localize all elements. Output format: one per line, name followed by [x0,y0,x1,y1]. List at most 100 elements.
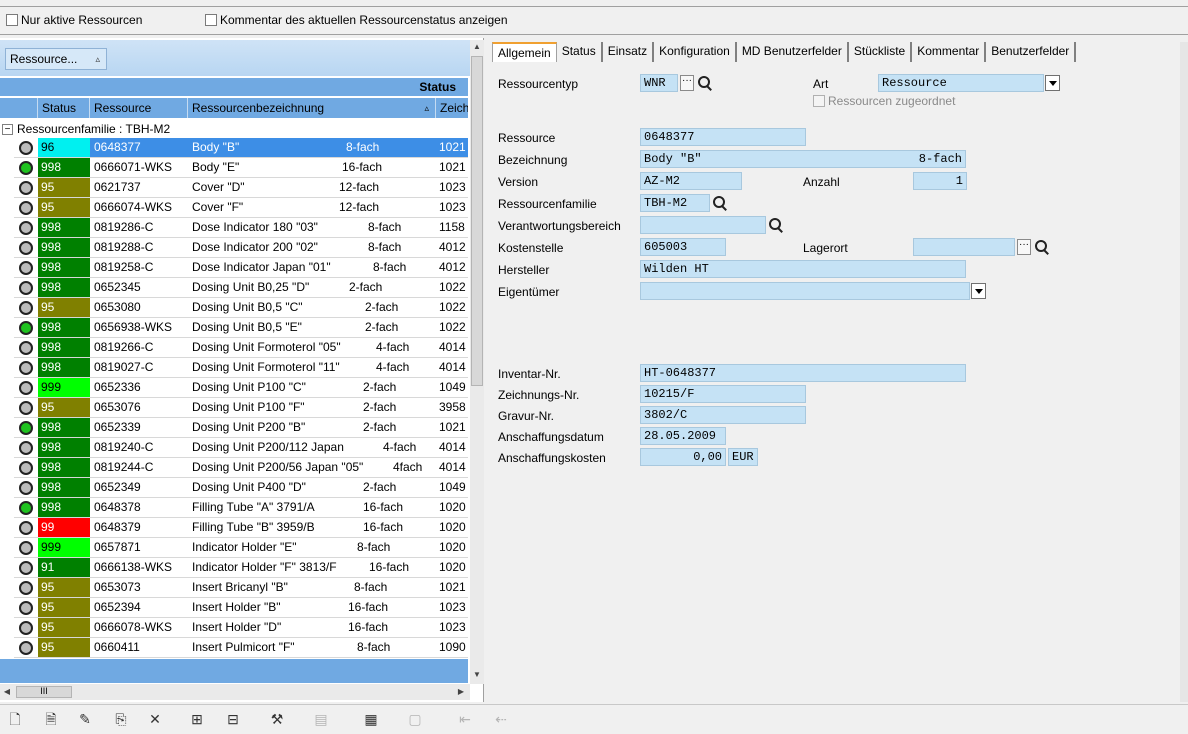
tab-benutzerfelder[interactable]: Benutzerfelder [986,42,1077,62]
checkbox-box[interactable] [6,14,18,26]
print-icon[interactable]: ▤ [312,710,330,728]
header-zeichnung[interactable]: Zeich [436,98,468,118]
lagerort-browse-button[interactable]: ··· [1017,239,1031,255]
collapse-icon[interactable]: − [2,123,13,135]
chevron-down-icon[interactable] [971,283,986,299]
table-row[interactable]: 999 0657871 Indicator Holder "E" 8-fach 1020 [14,538,468,558]
hersteller-field[interactable]: Wilden HT [640,260,966,278]
scroll-right-icon[interactable]: ▶ [454,685,468,699]
network-add-icon[interactable]: ⊞ [188,710,206,728]
table-row[interactable]: 998 0652345 Dosing Unit B0,25 "D" 2-fach 102… [14,278,468,298]
edit-icon[interactable]: ✎ [76,710,94,728]
search-icon[interactable] [1034,239,1050,255]
copy-icon[interactable]: ⎘ [112,710,130,728]
new-copy-icon[interactable]: 🗎 [42,710,60,728]
header-led[interactable] [0,98,38,118]
checkbox-box[interactable] [813,95,825,107]
search-icon[interactable] [768,217,784,233]
move-back-icon[interactable]: ⇠ [492,710,510,728]
table-row[interactable]: 91 0666138-WKS Indicator Holder "F" 3813/F… [14,558,468,578]
table-row[interactable]: 998 0652349 Dosing Unit P400 "D" 2-fach 1049 [14,478,468,498]
horizontal-scrollbar[interactable]: ◀ III ▶ [0,684,470,700]
vertical-scrollbar[interactable]: ▲ ▼ [470,40,484,684]
table-row[interactable]: 998 0819266-C Dosing Unit Formoterol "05" 4… [14,338,468,358]
table-row[interactable]: 96 0648377 Body "B" 8-fach 1021 [14,138,468,158]
fach-text: 16-fach [348,600,389,614]
scroll-up-icon[interactable]: ▲ [470,40,484,54]
detail-scrollbar[interactable] [1180,42,1188,702]
ressourcentyp-browse-button[interactable]: ··· [680,75,694,91]
table-row[interactable]: 95 0621737 Cover "D" 12-fach 1023 [14,178,468,198]
table-row[interactable]: 998 0656938-WKS Dosing Unit B0,5 "E" 2-fach… [14,318,468,338]
zeichnung-field[interactable]: 10215/F [640,385,806,403]
ressourcentyp-field[interactable]: WNR [640,74,678,92]
ne-icon[interactable]: ▢ [406,710,424,728]
inventar-field[interactable]: HT-0648377 [640,364,966,382]
eigentuemer-select[interactable] [640,282,970,300]
art-select[interactable]: Ressource [878,74,1044,92]
table-row[interactable]: 95 0653080 Dosing Unit B0,5 "C" 2-fach 1022 [14,298,468,318]
header-bezeichnung[interactable]: Ressourcenbezeichnung ▵ [188,98,436,118]
tab-einsatz[interactable]: Einsatz [603,42,655,62]
hscroll-thumb[interactable]: III [16,686,72,698]
table-row[interactable]: 95 0652394 Insert Holder "B" 16-fach 1023 [14,598,468,618]
scroll-down-icon[interactable]: ▼ [470,668,484,682]
ressourcen-zugeordnet-checkbox[interactable]: Ressourcen zugeordnet [813,94,955,108]
table-row[interactable]: 95 0653076 Dosing Unit P100 "F" 2-fach 3958 [14,398,468,418]
table-row[interactable]: 998 0666071-WKS Body "E" 16-fach 1021 [14,158,468,178]
tab-kommentar[interactable]: Kommentar [912,42,987,62]
version-field[interactable]: AZ-M2 [640,172,742,190]
ressource-field[interactable]: 0648377 [640,128,806,146]
table-row[interactable]: 99 0648379 Filling Tube "B" 3959/B 16-fach 1… [14,518,468,538]
search-icon[interactable] [697,75,713,91]
tab-md-benutzerfelder[interactable]: MD Benutzerfelder [737,42,849,62]
network-edit-icon[interactable]: ⊟ [224,710,242,728]
table-row[interactable]: 998 0819288-C Dose Indicator 200 "02" 8-fac… [14,238,468,258]
familie-field[interactable]: TBH-M2 [640,194,710,212]
scroll-thumb[interactable] [471,56,483,386]
group-by-chip[interactable]: Ressource... ▵ [5,48,107,70]
kostenstelle-field[interactable]: 605003 [640,238,726,256]
table-row[interactable]: 998 0819244-C Dosing Unit P200/56 Japan "0… [14,458,468,478]
chevron-down-icon[interactable] [1045,75,1060,91]
wrench-icon[interactable]: ⚒ [268,710,286,728]
delete-icon[interactable]: ✕ [146,710,164,728]
tab-status[interactable]: Status [557,42,603,62]
checkbox-box[interactable] [205,14,217,26]
gravur-field[interactable]: 3802/C [640,406,806,424]
table-row[interactable]: 999 0652336 Dosing Unit P100 "C" 2-fach 1049 [14,378,468,398]
table-row[interactable]: 998 0819286-C Dose Indicator 180 "03" 8-fac… [14,218,468,238]
table-row[interactable]: 998 0652339 Dosing Unit P200 "B" 2-fach 1021 [14,418,468,438]
kosten-field[interactable]: 0,00 [640,448,726,466]
waehrung-field[interactable]: EUR [728,448,758,466]
new-icon[interactable]: 🗋 [6,710,24,728]
only-active-checkbox[interactable]: Nur aktive Ressourcen [6,12,142,28]
table-row[interactable]: 95 0666074-WKS Cover "F" 12-fach 1023 [14,198,468,218]
tab-konfiguration[interactable]: Konfiguration [654,42,737,62]
report-icon[interactable]: ▦ [362,710,380,728]
verantwortung-field[interactable] [640,216,766,234]
anzahl-field[interactable]: 1 [913,172,967,190]
ressource-cell: 0819027-C [94,360,154,374]
lagerort-field[interactable] [913,238,1015,256]
table-row[interactable]: 998 0648378 Filling Tube "A" 3791/A 16-fach… [14,498,468,518]
table-row[interactable]: 95 0660411 Insert Pulmicort "F" 8-fach 1090 [14,638,468,658]
tab-stueckliste[interactable]: Stückliste [849,42,913,62]
table-row[interactable]: 95 0653073 Insert Bricanyl "B" 8-fach 1021 [14,578,468,598]
datum-field[interactable]: 28.05.2009 [640,427,726,445]
search-icon[interactable] [712,195,728,211]
scroll-left-icon[interactable]: ◀ [0,685,14,699]
table-row[interactable]: 998 0819240-C Dosing Unit P200/112 Japan 4-… [14,438,468,458]
move-left-icon[interactable]: ⇤ [456,710,474,728]
bezeichnung-field[interactable]: Body "B" 8-fach [640,150,966,168]
table-row[interactable]: 998 0819258-C Dose Indicator Japan "01" 8-f… [14,258,468,278]
tab-allgemein[interactable]: Allgemein [492,42,557,62]
zeichnung-cell: 1090 [439,640,466,654]
table-row[interactable]: 95 0666078-WKS Insert Holder "D" 16-fach 102… [14,618,468,638]
family-group-row[interactable]: − Ressourcenfamilie : TBH-M2 [0,120,468,138]
comment-status-checkbox[interactable]: Kommentar des aktuellen Ressourcenstatus… [205,12,508,28]
header-ressource[interactable]: Ressource [90,98,188,118]
fach-text: 12-fach [339,200,380,214]
header-status[interactable]: Status [38,98,90,118]
table-row[interactable]: 998 0819027-C Dosing Unit Formoterol "11" 4… [14,358,468,378]
